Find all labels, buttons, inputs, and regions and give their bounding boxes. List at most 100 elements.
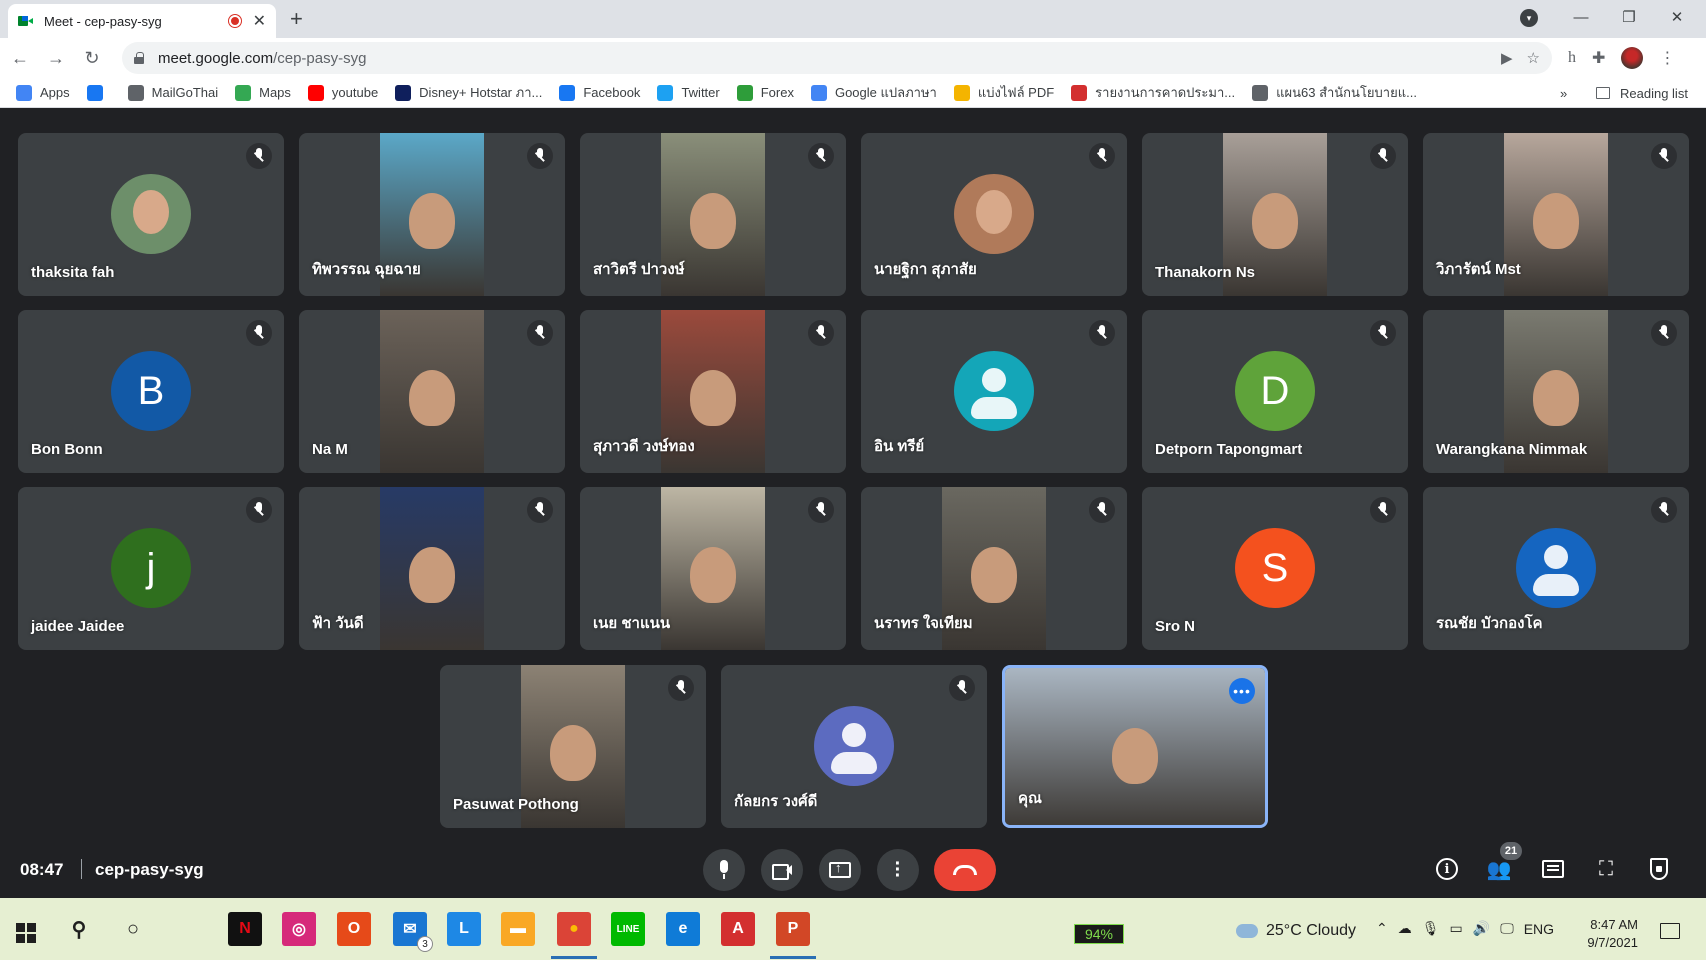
- bookmark-item[interactable]: Disney+ Hotstar ภา...: [395, 82, 542, 103]
- chat-button[interactable]: [1538, 854, 1568, 884]
- activities-button[interactable]: ⛶: [1591, 854, 1621, 884]
- report-icon: [1071, 84, 1088, 101]
- participant-tile[interactable]: S Sro N: [1142, 487, 1408, 650]
- bookmark-item[interactable]: Maps: [235, 84, 291, 101]
- participant-tile[interactable]: วิภารัตน์ Mst: [1423, 133, 1689, 296]
- cortana-icon[interactable]: ○: [116, 912, 150, 946]
- participant-tile[interactable]: B Bon Bonn: [18, 310, 284, 473]
- bookmark-star-icon[interactable]: ☆: [1527, 49, 1540, 67]
- bookmark-item[interactable]: รายงานการคาดประมา...: [1071, 82, 1235, 103]
- tab-meet[interactable]: Meet - cep-pasy-syg ✕: [8, 4, 276, 38]
- participant-tile[interactable]: j jaidee Jaidee: [18, 487, 284, 650]
- chrome-menu-icon[interactable]: ⋮: [1659, 48, 1675, 68]
- weather-widget[interactable]: 25°C Cloudy: [1236, 922, 1356, 940]
- system-clock[interactable]: 8:47 AM 9/7/2021: [1582, 916, 1638, 952]
- forward-arrow-icon[interactable]: →: [40, 42, 72, 74]
- minimize-button[interactable]: —: [1558, 0, 1604, 34]
- present-screen-button[interactable]: [819, 849, 861, 891]
- participant-tile[interactable]: สุภาวดี วงษ์ทอง: [580, 310, 846, 473]
- tab-strip: Meet - cep-pasy-syg ✕ + ▾ — ❐ ✕: [0, 0, 1706, 38]
- participant-name: นายฐิกา สุภาสัย: [874, 261, 977, 278]
- bookmark-item[interactable]: Forex: [736, 84, 794, 101]
- onedrive-icon[interactable]: ☁: [1398, 920, 1412, 937]
- acrobat-icon[interactable]: A: [721, 912, 755, 946]
- address-bar[interactable]: meet.google.com/cep-pasy-syg ▶ ☆: [122, 42, 1552, 74]
- participant-tile[interactable]: สาวิตรี ปาวงษ์: [580, 133, 846, 296]
- participant-tile[interactable]: เนย ชาแนน: [580, 487, 846, 650]
- participant-tile[interactable]: นายฐิกา สุภาสัย: [861, 133, 1127, 296]
- instagram-icon[interactable]: ◎: [282, 912, 316, 946]
- back-arrow-icon[interactable]: ←: [4, 42, 36, 74]
- camera-in-use-icon[interactable]: ▶: [1501, 49, 1513, 67]
- participant-tile[interactable]: อิน ทรีย์: [861, 310, 1127, 473]
- chrome-icon[interactable]: ●: [557, 912, 591, 946]
- bookmark-item[interactable]: แบ่งไฟล์ PDF: [953, 82, 1054, 103]
- meeting-details-button[interactable]: i: [1432, 854, 1462, 884]
- divider: [81, 859, 82, 879]
- bookmark-label: รายงานการคาดประมา...: [1095, 85, 1236, 100]
- battery-icon[interactable]: ▭: [1450, 920, 1463, 937]
- extension-h-icon[interactable]: h: [1568, 49, 1576, 67]
- participant-tile[interactable]: Na M: [299, 310, 565, 473]
- host-controls-button[interactable]: [1644, 854, 1674, 884]
- participant-face: [690, 369, 736, 426]
- clock-date: 9/7/2021: [1587, 935, 1638, 950]
- tab-close-icon[interactable]: ✕: [253, 11, 266, 31]
- window-close-button[interactable]: ✕: [1654, 0, 1700, 34]
- edge-icon[interactable]: e: [666, 912, 700, 946]
- participant-avatar: [1516, 528, 1596, 608]
- participant-tile[interactable]: D Detporn Tapongmart: [1142, 310, 1408, 473]
- bookmark-item[interactable]: Facebook: [559, 84, 640, 101]
- chevron-up-icon[interactable]: ⌃: [1376, 920, 1388, 937]
- bookmark-label: Twitter: [681, 85, 720, 100]
- new-tab-button[interactable]: +: [290, 6, 303, 32]
- leave-call-button[interactable]: [934, 849, 996, 891]
- network-icon[interactable]: 🖵: [1500, 920, 1514, 937]
- search-icon[interactable]: ⚲: [62, 912, 96, 946]
- camera-button[interactable]: [761, 849, 803, 891]
- maximize-button[interactable]: ❐: [1606, 0, 1652, 34]
- reload-icon[interactable]: ↻: [76, 42, 108, 74]
- bookmark-item[interactable]: Google แปลภาษา: [810, 82, 937, 103]
- participant-tile[interactable]: thaksita fah: [18, 133, 284, 296]
- office-icon[interactable]: O: [337, 912, 371, 946]
- l-app-icon[interactable]: L: [447, 912, 481, 946]
- bookmark-item[interactable]: [86, 84, 111, 101]
- line-icon[interactable]: LINE: [611, 912, 645, 946]
- microphone-button[interactable]: [703, 849, 745, 891]
- participant-tile[interactable]: ฟ้า วันดี: [299, 487, 565, 650]
- participant-tile[interactable]: ทิพวรรณ ฉุยฉาย: [299, 133, 565, 296]
- muted-mic-icon: [668, 675, 694, 701]
- more-options-button[interactable]: · · ·: [877, 849, 919, 891]
- participant-avatar: S: [1235, 528, 1315, 608]
- language-indicator[interactable]: ENG: [1524, 921, 1554, 937]
- pdf-split-icon: [953, 84, 970, 101]
- bookmark-item[interactable]: youtube: [307, 84, 378, 101]
- bookmark-item[interactable]: Twitter: [657, 84, 720, 101]
- participant-tile[interactable]: Thanakorn Ns: [1142, 133, 1408, 296]
- self-tile[interactable]: ••• คุณ: [1002, 665, 1268, 828]
- bookmark-item[interactable]: แผน63 สำนักนโยบายแ...: [1252, 82, 1417, 103]
- bookmark-item[interactable]: Apps: [16, 84, 70, 101]
- mic-tray-icon[interactable]: 🎙: [1422, 920, 1440, 937]
- participant-tile[interactable]: Warangkana Nimmak: [1423, 310, 1689, 473]
- participant-tile[interactable]: Pasuwat Pothong: [440, 665, 706, 828]
- bookmark-label: Maps: [259, 85, 291, 100]
- participant-tile[interactable]: กัลยกร วงศ์ดี: [721, 665, 987, 828]
- bookmarks-overflow-button[interactable]: »: [1560, 78, 1567, 108]
- file-explorer-icon[interactable]: ▬: [501, 912, 535, 946]
- participant-tile[interactable]: นราทร ใจเทียม: [861, 487, 1127, 650]
- profile-avatar[interactable]: [1621, 47, 1644, 69]
- extensions-puzzle-icon[interactable]: ✚: [1592, 48, 1605, 68]
- volume-icon[interactable]: 🔊: [1473, 920, 1490, 937]
- participant-tile[interactable]: รณชัย บัวกองโค: [1423, 487, 1689, 650]
- powerpoint-icon[interactable]: P: [776, 912, 810, 946]
- bookmark-item[interactable]: MailGoThai: [127, 84, 218, 101]
- windows-start-icon[interactable]: [16, 923, 36, 943]
- reading-list-button[interactable]: Reading list: [1596, 78, 1688, 108]
- tile-more-options-button[interactable]: •••: [1229, 678, 1255, 704]
- netflix-icon[interactable]: N: [228, 912, 262, 946]
- notification-center-icon[interactable]: [1660, 923, 1680, 939]
- reading-list-icon: [1596, 87, 1610, 99]
- tab-search-icon[interactable]: ▾: [1520, 9, 1538, 27]
